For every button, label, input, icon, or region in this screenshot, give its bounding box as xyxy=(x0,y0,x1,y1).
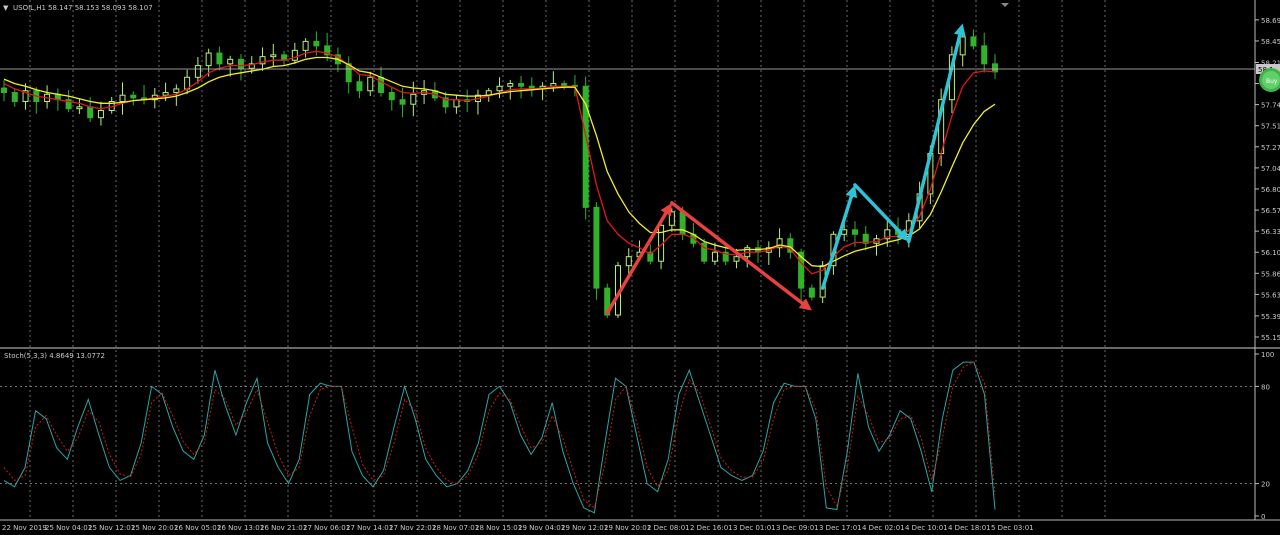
candle-body xyxy=(205,52,212,67)
stoch-label: Stoch(5,3,3) 4.8649 13.0772 xyxy=(4,352,105,360)
time-tick-label: 28 Nov 15:01 xyxy=(475,524,522,532)
candle-body xyxy=(851,229,858,235)
time-tick-label: 26 Nov 21:01 xyxy=(260,524,307,532)
time-tick-label: 25 Nov 04:01 xyxy=(45,524,92,532)
price-tick-label: 56.805 xyxy=(1261,186,1280,194)
candle-body xyxy=(356,81,363,92)
candle-body xyxy=(378,76,385,94)
time-tick-label: 27 Nov 06:01 xyxy=(303,524,350,532)
candle-body xyxy=(173,88,180,94)
candle-body xyxy=(119,94,126,103)
candle-body xyxy=(291,49,298,61)
time-tick-label: 4 Dec 02:01 xyxy=(862,524,905,532)
candle-body xyxy=(992,63,998,73)
candle-body xyxy=(518,83,525,87)
time-tick-label: 4 Dec 10:01 xyxy=(905,524,948,532)
candle-body xyxy=(625,256,632,267)
buy-badge-label: Buy xyxy=(1266,78,1278,85)
time-tick-label: 26 Nov 05:01 xyxy=(174,524,221,532)
candle-body xyxy=(216,52,223,65)
time-tick-label: 29 Nov 20:01 xyxy=(604,524,651,532)
price-tick-label: 58.690 xyxy=(1261,17,1280,25)
price-tick-label: 57.745 xyxy=(1261,102,1280,110)
time-tick-label: 29 Nov 04:01 xyxy=(518,524,565,532)
price-tick-label: 55.155 xyxy=(1261,334,1280,342)
time-tick-label: 25 Nov 20:01 xyxy=(131,524,178,532)
candle-body xyxy=(388,92,395,101)
candle-body xyxy=(11,92,18,103)
price-tick-label: 55.390 xyxy=(1261,313,1280,321)
candle-body xyxy=(302,40,309,51)
candle-body xyxy=(507,83,514,87)
candle-body xyxy=(808,287,815,298)
candle-body xyxy=(270,54,277,58)
stoch-tick-label: 20 xyxy=(1261,481,1270,489)
candle-body xyxy=(367,76,374,92)
scroll-marker-icon[interactable]: ▼ xyxy=(3,4,9,12)
candle-body xyxy=(733,256,740,262)
time-tick-label: 3 Dec 01:01 xyxy=(733,524,776,532)
time-tick-label: 28 Nov 07:01 xyxy=(432,524,479,532)
candle-body xyxy=(1,87,7,94)
candle-body xyxy=(97,109,104,119)
candle-body xyxy=(194,65,201,78)
candle-body xyxy=(313,40,320,47)
time-tick-label: 5 Dec 03:01 xyxy=(991,524,1034,532)
price-tick-label: 57.040 xyxy=(1261,165,1280,173)
time-tick-label: 27 Nov 14:01 xyxy=(346,524,393,532)
time-tick-label: 3 Dec 09:01 xyxy=(776,524,819,532)
candle-body xyxy=(593,206,600,289)
candle-body xyxy=(496,85,503,92)
candle-body xyxy=(561,83,568,86)
ohlc-label: 58.147 58.153 58.093 58.107 xyxy=(48,4,153,12)
candle-body xyxy=(410,93,417,105)
candle-body xyxy=(130,94,137,99)
price-tick-label: 57.275 xyxy=(1261,144,1280,152)
candle-body xyxy=(959,36,966,56)
candle-body xyxy=(399,99,406,105)
time-tick-label: 3 Dec 17:01 xyxy=(819,524,862,532)
candle-body xyxy=(162,92,169,96)
price-tick-label: 56.570 xyxy=(1261,207,1280,215)
time-tick-label: 26 Nov 13:01 xyxy=(217,524,264,532)
time-tick-label: 2 Dec 08:01 xyxy=(647,524,690,532)
candle-body xyxy=(76,106,83,110)
trading-chart[interactable]: 58.69058.45558.21557.98057.74557.51057.2… xyxy=(0,0,1280,535)
candle-body xyxy=(237,58,244,69)
price-tick-label: 58.455 xyxy=(1261,38,1280,46)
candle-body xyxy=(970,36,977,47)
time-tick-label: 27 Nov 22:01 xyxy=(389,524,436,532)
time-tick-label: 4 Dec 18:01 xyxy=(948,524,991,532)
candle-body xyxy=(981,45,988,65)
time-tick-label: 29 Nov 12:01 xyxy=(561,524,608,532)
candle-body xyxy=(87,106,94,119)
stoch-tick-label: 100 xyxy=(1261,351,1274,359)
candle-body xyxy=(453,99,460,108)
time-tick-label: 25 Nov 12:01 xyxy=(88,524,135,532)
candle-body xyxy=(227,58,234,65)
price-tick-label: 56.335 xyxy=(1261,228,1280,236)
time-axis: 22 Nov 201925 Nov 04:0125 Nov 12:0125 No… xyxy=(2,524,1034,532)
candle-body xyxy=(711,251,718,262)
time-tick-label: 22 Nov 2019 xyxy=(2,524,47,532)
stoch-tick-label: 80 xyxy=(1261,383,1270,391)
time-tick-label: 2 Dec 16:01 xyxy=(690,524,733,532)
price-tick-label: 56.100 xyxy=(1261,249,1280,257)
symbol-label: USOIL,H1 xyxy=(13,4,46,12)
chart-background xyxy=(0,0,1280,535)
price-tick-label: 55.865 xyxy=(1261,270,1280,278)
price-tick-label: 57.510 xyxy=(1261,123,1280,131)
price-tick-label: 55.630 xyxy=(1261,291,1280,299)
